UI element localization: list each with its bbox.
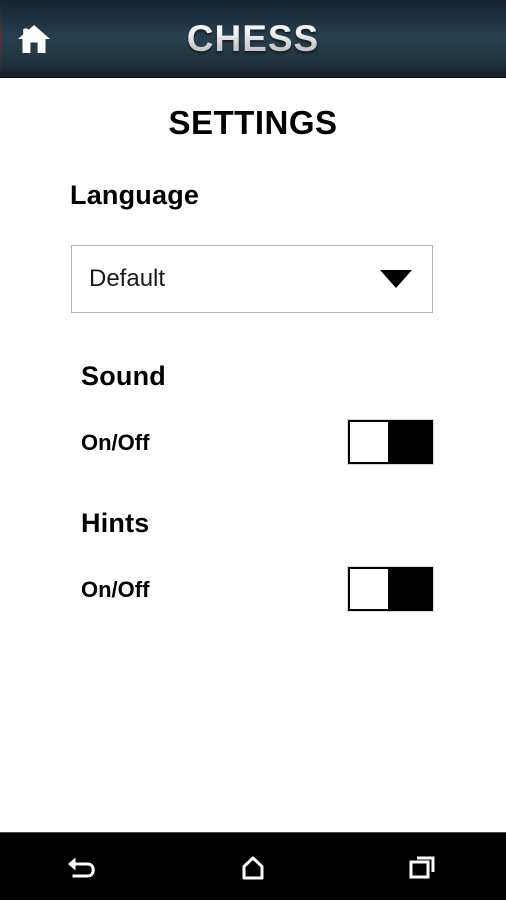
nav-home-button[interactable] [169,833,338,901]
sound-toggle-switch[interactable] [348,420,433,464]
hints-toggle-switch[interactable] [348,567,433,611]
android-navigation-bar [0,832,506,900]
hints-toggle-row: On/Off [0,567,506,613]
section-heading-sound: Sound [81,361,166,391]
sound-toggle-row: On/Off [0,420,506,466]
section-heading-language: Language [70,180,200,210]
app-title: CHESS [0,13,506,65]
nav-recents-button[interactable] [337,833,506,901]
sound-toggle-thumb [350,422,388,462]
sound-toggle-label: On/Off [81,430,150,455]
settings-content: SETTINGS Language Default Sound On/Off H… [0,78,506,832]
recents-icon [405,852,439,882]
language-select-value: Default [89,265,166,292]
home-icon [236,852,270,882]
app-titlebar: CHESS [0,0,506,78]
chevron-down-icon [380,270,412,288]
hints-toggle-label: On/Off [81,577,150,602]
language-select[interactable]: Default [71,245,433,313]
back-icon [65,852,103,882]
hints-toggle-thumb [350,569,388,609]
app-window: CHESS SETTINGS Language Default Sound On… [0,0,506,900]
section-heading-hints: Hints [81,508,150,538]
page-title: SETTINGS [168,104,338,141]
nav-back-button[interactable] [0,833,169,901]
